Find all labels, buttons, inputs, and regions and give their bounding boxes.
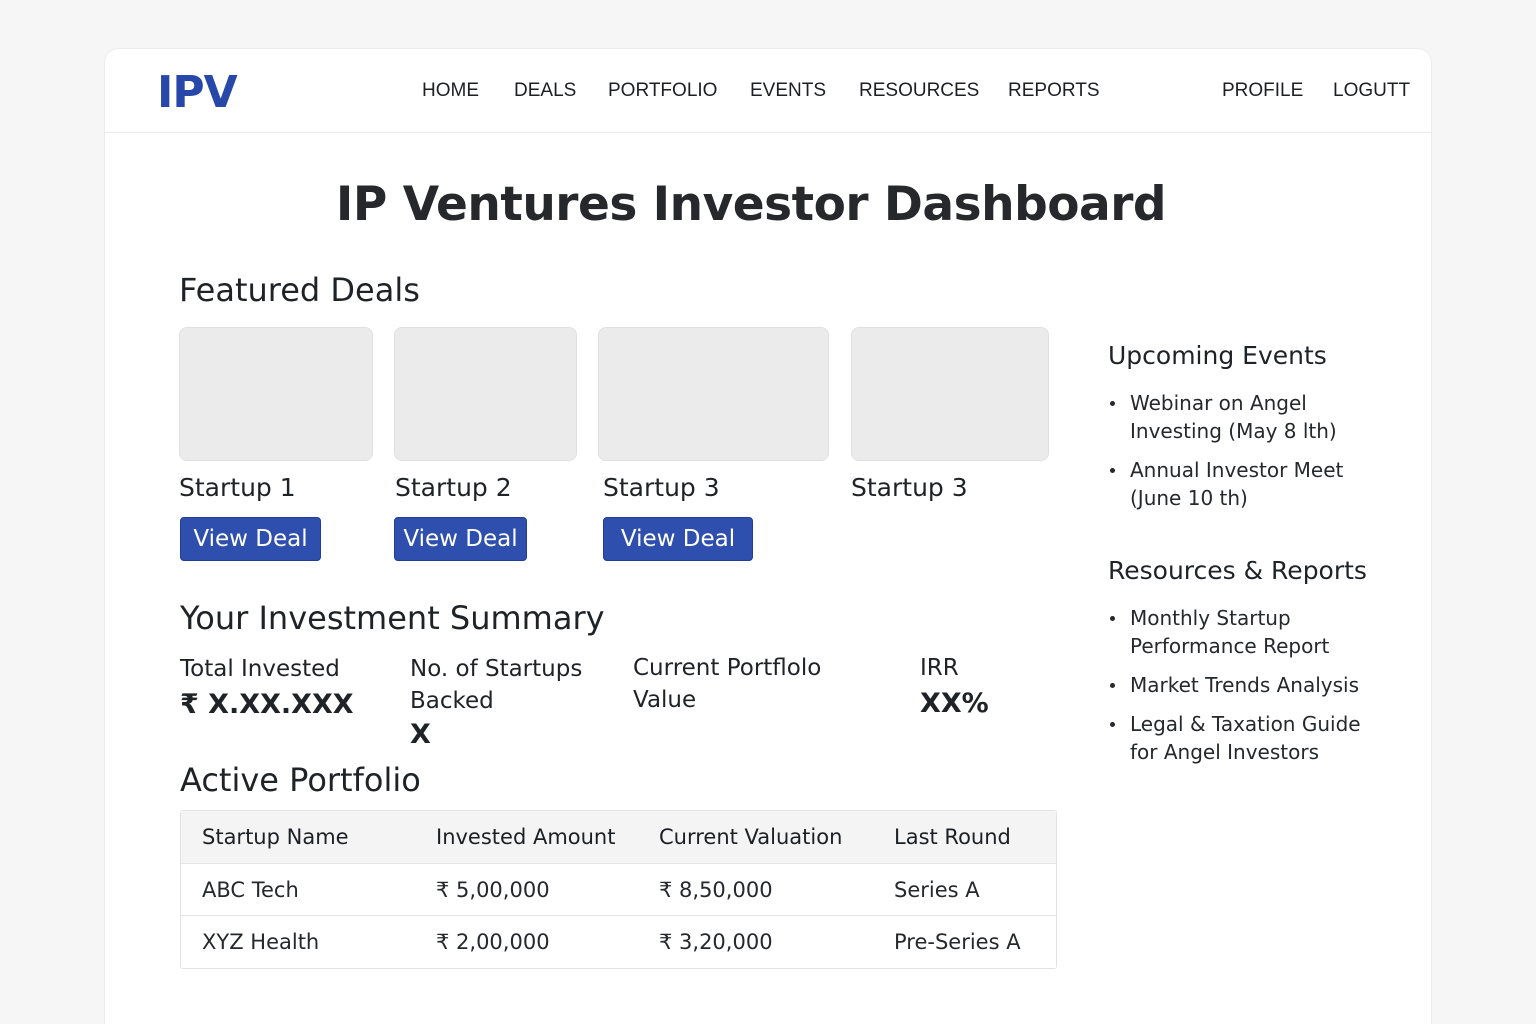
event-item-line2: (June 10 th) [1130,486,1248,510]
deal-name-3: Startup 3 [603,473,720,502]
irr-label: IRR [920,655,959,681]
resource-item-line2: for Angel Investors [1130,740,1319,764]
startups-backed-label-line2: Backed [410,688,494,714]
resource-item[interactable]: Legal & Taxation Guide for Angel Investo… [1108,710,1398,766]
cell-startup-name: XYZ Health [202,930,320,954]
cell-startup-name: ABC Tech [202,877,299,902]
event-item-line1: Webinar on Angel [1130,391,1307,415]
deal-name-1: Startup 1 [179,473,296,502]
cell-current-valuation: ₹ 8,50,000 [659,877,773,902]
bullet-icon [1110,468,1115,473]
total-invested-label: Total Invested [180,656,340,682]
upcoming-events-heading: Upcoming Events [1108,341,1327,370]
nav-reports[interactable]: REPORTS [1008,80,1100,102]
column-header-invested-amount[interactable]: Invested Amount [436,811,615,863]
nav-deals[interactable]: DEALS [514,80,576,102]
cell-invested-amount: ₹ 5,00,000 [436,877,550,902]
active-portfolio-heading: Active Portfolio [180,761,421,799]
page-title: IP Ventures Investor Dashboard [335,177,1167,232]
ipv-logo[interactable]: IPV [157,67,238,118]
table-row[interactable]: ABC Tech ₹ 5,00,000 ₹ 8,50,000 Series A [181,864,1056,916]
table-row[interactable]: XYZ Health ₹ 2,00,000 ₹ 3,20,000 Pre-Ser… [181,916,1056,968]
deal-thumbnail-4[interactable] [851,327,1049,461]
deal-thumbnail-1[interactable] [179,327,373,461]
bullet-icon [1110,722,1115,727]
resources-reports-heading: Resources & Reports [1108,556,1367,585]
view-deal-button-1[interactable]: View Deal [180,517,321,561]
startups-backed-value: X [410,719,431,750]
resource-item-line1: Market Trends Analysis [1130,673,1360,697]
nav-portfolio[interactable]: PORTFOLIO [608,80,717,102]
nav-home[interactable]: HOME [422,80,479,102]
resource-item[interactable]: Monthly Startup Performance Report [1108,604,1398,660]
bullet-icon [1110,401,1115,406]
cell-invested-amount: ₹ 2,00,000 [436,930,550,954]
irr-value: XX% [920,688,989,719]
portfolio-table: Startup Name Invested Amount Current Val… [180,810,1057,969]
portfolio-value-label-line1: Current Portflolo [633,655,822,681]
portfolio-value-label-line2: Value [633,687,697,713]
deal-name-4: Startup 3 [851,473,968,502]
event-item[interactable]: Annual Investor Meet (June 10 th) [1108,456,1398,512]
deal-thumbnail-2[interactable] [394,327,577,461]
total-invested-value: ₹ X.XX.XXX [180,689,354,720]
bullet-icon [1110,683,1115,688]
column-header-last-round[interactable]: Last Round [894,811,1011,863]
view-deal-button-3[interactable]: View Deal [603,517,753,561]
deal-thumbnail-3[interactable] [598,327,829,461]
resource-item-line1: Legal & Taxation Guide [1130,712,1361,736]
resource-item-line1: Monthly Startup [1130,606,1291,630]
nav-events[interactable]: EVENTS [750,80,826,102]
dashboard-card: IPV HOME DEALS PORTFOLIO EVENTS RESOURCE… [104,48,1432,1024]
cell-current-valuation: ₹ 3,20,000 [659,930,773,954]
column-header-current-valuation[interactable]: Current Valuation [659,811,842,863]
nav-logout[interactable]: LOGUTT [1333,80,1410,102]
deal-name-2: Startup 2 [395,473,512,502]
event-item-line2: Investing (May 8 lth) [1130,419,1337,443]
bullet-icon [1110,616,1115,621]
nav-profile[interactable]: PROFILE [1222,80,1303,102]
cell-last-round: Pre-Series A [894,930,1021,954]
resources-list: Monthly Startup Performance Report Marke… [1108,604,1398,777]
cell-last-round: Series A [894,877,980,902]
event-item[interactable]: Webinar on Angel Investing (May 8 lth) [1108,389,1398,445]
view-deal-button-2[interactable]: View Deal [394,517,527,561]
nav-resources[interactable]: RESOURCES [859,80,979,102]
events-list: Webinar on Angel Investing (May 8 lth) A… [1108,389,1398,523]
startups-backed-label-line1: No. of Startups [410,656,583,682]
column-header-startup-name[interactable]: Startup Name [202,811,349,863]
resource-item-line2: Performance Report [1130,634,1330,658]
featured-deals-heading: Featured Deals [179,271,420,309]
resource-item[interactable]: Market Trends Analysis [1108,671,1398,699]
top-navbar: IPV HOME DEALS PORTFOLIO EVENTS RESOURCE… [105,49,1431,133]
table-header-row: Startup Name Invested Amount Current Val… [181,811,1056,864]
investment-summary-heading: Your Investment Summary [180,599,605,637]
event-item-line1: Annual Investor Meet [1130,458,1344,482]
